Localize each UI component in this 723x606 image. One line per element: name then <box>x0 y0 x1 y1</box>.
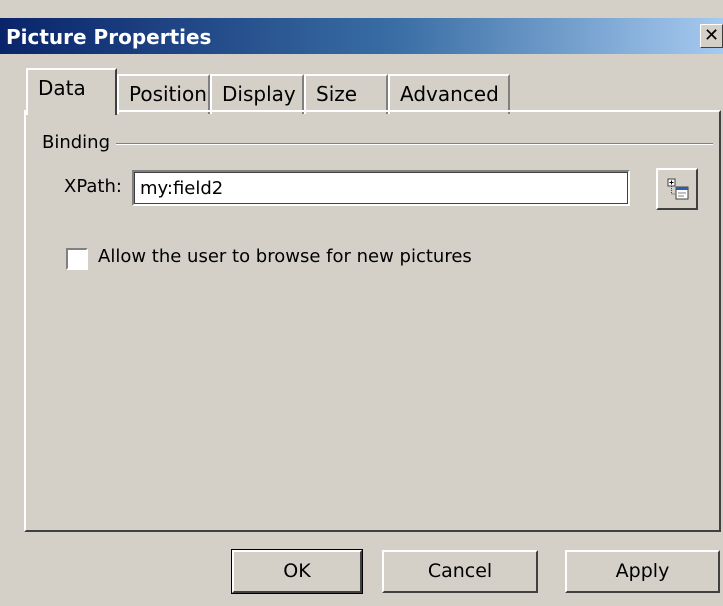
group-divider <box>116 143 713 145</box>
xpath-label: XPath: <box>64 176 122 197</box>
cancel-label: Cancel <box>427 560 493 582</box>
tab-size[interactable]: Size <box>304 74 388 114</box>
xpath-input[interactable]: my:field2 <box>132 170 630 206</box>
ok-label: OK <box>283 560 311 582</box>
browse-pictures-label: Allow the user to browse for new picture… <box>98 246 472 267</box>
tab-label: Data <box>38 76 86 100</box>
cancel-button[interactable]: Cancel <box>382 550 538 593</box>
tab-advanced[interactable]: Advanced <box>388 74 510 114</box>
binding-group-label: Binding <box>42 132 111 153</box>
tab-panel-data: Binding XPath: my:field2 Allow the user … <box>24 110 721 532</box>
tab-label: Position <box>129 82 207 106</box>
tab-data[interactable]: Data <box>26 68 117 115</box>
tab-display[interactable]: Display <box>210 74 304 114</box>
picture-properties-dialog: Picture Properties ✕ Data Position Displ… <box>0 0 723 606</box>
select-xpath-button[interactable] <box>656 168 698 210</box>
close-icon: ✕ <box>703 25 720 46</box>
ok-button[interactable]: OK <box>231 549 363 594</box>
browse-pictures-checkbox[interactable] <box>66 248 88 270</box>
apply-label: Apply <box>615 560 670 582</box>
title-bar: Picture Properties ✕ <box>0 18 723 54</box>
tab-label: Size <box>316 82 358 106</box>
close-button[interactable]: ✕ <box>700 24 723 48</box>
dialog-title: Picture Properties <box>6 25 212 49</box>
tab-position[interactable]: Position <box>117 74 210 114</box>
select-xpath-icon <box>667 178 689 200</box>
apply-button[interactable]: Apply <box>565 550 720 593</box>
tab-label: Advanced <box>400 82 499 106</box>
tab-label: Display <box>222 82 296 106</box>
